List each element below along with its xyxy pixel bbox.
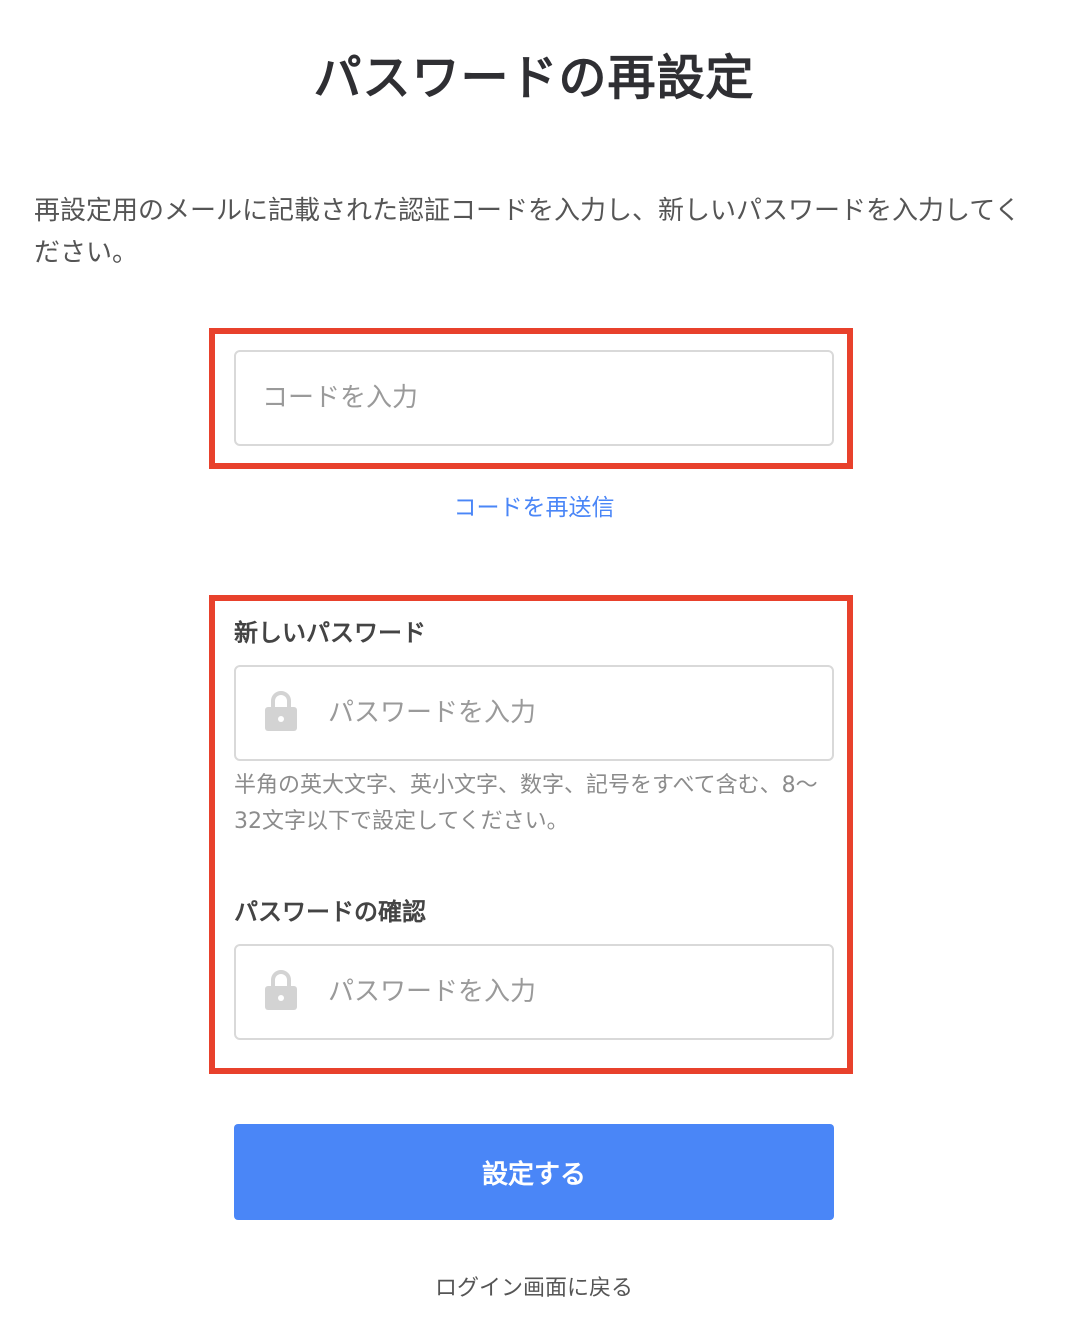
new-password-input[interactable]: [234, 665, 834, 761]
confirm-password-label: パスワードの確認: [234, 898, 426, 926]
resend-code-link[interactable]: コードを再送信: [0, 488, 1068, 522]
confirm-password-input[interactable]: [234, 944, 834, 1040]
password-requirements-hint: 半角の英大文字、英小文字、数字、記号をすべて含む、8〜32文字以下で設定してくだ…: [234, 773, 818, 834]
back-to-login-link[interactable]: ログイン画面に戻る: [0, 1270, 1068, 1302]
instruction-text: 再設定用のメールに記載された認証コードを入力し、新しいパスワードを入力してくださ…: [34, 196, 1021, 268]
code-input[interactable]: [234, 350, 834, 446]
submit-button[interactable]: 設定する: [234, 1124, 834, 1220]
new-password-field-wrapper: [234, 665, 834, 761]
confirm-password-field-wrapper: [234, 944, 834, 1040]
new-password-label: 新しいパスワード: [234, 619, 426, 647]
page-title: パスワードの再設定: [313, 50, 755, 106]
